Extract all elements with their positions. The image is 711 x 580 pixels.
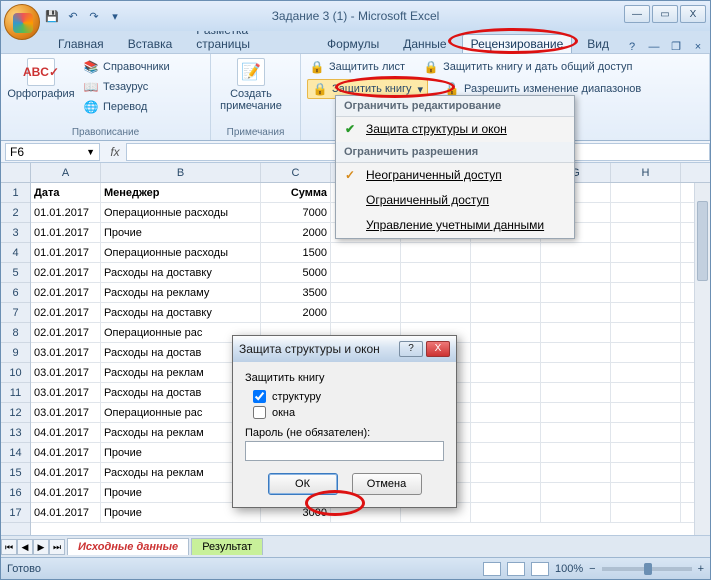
close-button[interactable]: X [680,5,706,23]
group-comments-title: Примечания [217,125,294,138]
redo-icon[interactable]: ↷ [85,7,103,25]
save-icon[interactable]: 💾 [43,7,61,25]
check-icon: ✓ [342,168,358,182]
office-button[interactable] [4,4,40,40]
ribbon-tabs: Главная Вставка Разметка страницы Формул… [1,31,710,53]
sheet-nav-first[interactable]: ⏮ [1,539,17,555]
group-spelling: ABC✓ Орфография 📚Справочники 📖Тезаурус 🌐… [1,54,211,140]
col-header[interactable]: B [101,163,261,182]
help-icon[interactable]: ? [624,41,640,53]
checkbox-structure-input[interactable] [253,390,266,403]
check-icon: ✔ [342,122,358,136]
vertical-scrollbar[interactable] [694,183,710,535]
comment-icon: 📝 [237,58,265,86]
dropdown-header: Ограничить разрешения [336,142,574,163]
undo-icon[interactable]: ↶ [64,7,82,25]
sheet-tab-result[interactable]: Результат [191,538,263,555]
translate-icon: 🌐 [83,99,99,115]
status-ready: Готово [7,563,41,575]
password-input[interactable] [245,441,444,461]
doc-close-icon[interactable]: × [690,41,706,53]
tab-home[interactable]: Главная [49,34,113,53]
cancel-button[interactable]: Отмена [352,473,422,495]
dialog-body: Защитить книгу структуру окна Пароль (не… [233,362,456,507]
scroll-thumb[interactable] [697,201,708,281]
view-layout-button[interactable] [507,562,525,576]
view-normal-button[interactable] [483,562,501,576]
tab-formulas[interactable]: Формулы [318,34,388,53]
menu-item-restricted[interactable]: Ограниченный доступ [336,188,574,213]
menu-item-structure[interactable]: ✔ Защита структуры и окон [336,117,574,142]
book-icon: 📚 [83,59,99,75]
sheet-nav-next[interactable]: ▶ [33,539,49,555]
qat-more-icon[interactable]: ▾ [106,7,124,25]
protect-sheet-button[interactable]: 🔒Защитить лист [307,58,407,76]
dialog-close-button[interactable]: X [426,341,450,357]
dialog-help-button[interactable]: ? [399,341,423,357]
dialog-group-label: Защитить книгу [245,372,444,384]
sheet-nav-prev[interactable]: ◀ [17,539,33,555]
checkbox-structure[interactable]: структуру [253,390,444,403]
window-controls: — ▭ X [624,5,706,23]
zoom-level[interactable]: 100% [555,563,583,575]
fx-icon[interactable]: fx [104,145,126,159]
research-button[interactable]: 📚Справочники [81,58,172,76]
minimize-button[interactable]: — [624,5,650,23]
password-label: Пароль (не обязателен): [245,427,444,439]
col-header[interactable]: H [611,163,681,182]
sheet-tab-source[interactable]: Исходные данные [67,538,189,555]
share-protect-button[interactable]: 🔒Защитить книгу и дать общий доступ [421,58,634,76]
col-header[interactable]: C [261,163,331,182]
col-header[interactable]: A [31,163,101,182]
tab-view[interactable]: Вид [578,34,618,53]
protect-dialog: Защита структуры и окон ? X Защитить кни… [232,335,457,508]
group-spelling-title: Правописание [7,125,204,138]
maximize-button[interactable]: ▭ [652,5,678,23]
sheet-nav-last[interactable]: ⏭ [49,539,65,555]
dialog-titlebar[interactable]: Защита структуры и окон ? X [233,336,456,362]
sheet-tabs: ⏮ ◀ ▶ ⏭ Исходные данные Результат [1,535,710,557]
status-bar: Готово 100% − + [1,557,710,579]
zoom-out-button[interactable]: − [589,563,595,575]
group-comments: 📝 Создать примечание Примечания [211,54,301,140]
share-lock-icon: 🔒 [423,59,439,75]
tab-review[interactable]: Рецензирование [462,34,573,53]
new-comment-button[interactable]: 📝 Создать примечание [217,58,285,112]
checkbox-windows-input[interactable] [253,406,266,419]
checkbox-windows[interactable]: окна [253,406,444,419]
chevron-down-icon: ▾ [418,83,424,96]
row-headers[interactable]: 1234567891011121314151617 [1,183,31,535]
thesaurus-icon: 📖 [83,79,99,95]
thesaurus-button[interactable]: 📖Тезаурус [81,78,172,96]
doc-window-controls: ? — ❐ × [624,40,706,53]
spellcheck-button[interactable]: ABC✓ Орфография [7,58,75,100]
chevron-down-icon[interactable]: ▼ [86,147,95,157]
zoom-in-button[interactable]: + [698,563,704,575]
titlebar: 💾 ↶ ↷ ▾ Задание 3 (1) - Microsoft Excel … [1,1,710,31]
spellcheck-icon: ABC✓ [27,58,55,86]
lock-sheet-icon: 🔒 [309,59,325,75]
lock-book-icon: 🔒 [312,81,328,97]
tab-insert[interactable]: Вставка [119,34,182,53]
protect-workbook-dropdown: Ограничить редактирование ✔ Защита струк… [335,95,575,239]
dropdown-header: Ограничить редактирование [336,96,574,117]
menu-item-manage[interactable]: Управление учетными данными [336,213,574,238]
ok-button[interactable]: ОК [268,473,338,495]
view-break-button[interactable] [531,562,549,576]
doc-minimize-icon[interactable]: — [646,41,662,53]
dialog-title: Защита структуры и окон [239,342,380,356]
zoom-thumb[interactable] [644,563,652,575]
translate-button[interactable]: 🌐Перевод [81,98,172,116]
name-box[interactable]: F6▼ [5,143,100,161]
spellcheck-label: Орфография [7,88,74,100]
zoom-slider[interactable] [602,567,692,571]
tab-data[interactable]: Данные [394,34,455,53]
doc-restore-icon[interactable]: ❐ [668,40,684,53]
select-all-corner[interactable] [1,163,31,183]
quick-access-toolbar: 💾 ↶ ↷ ▾ [43,7,124,25]
menu-item-unrestricted[interactable]: ✓ Неограниченный доступ [336,163,574,188]
sheet-nav: ⏮ ◀ ▶ ⏭ [1,539,65,555]
